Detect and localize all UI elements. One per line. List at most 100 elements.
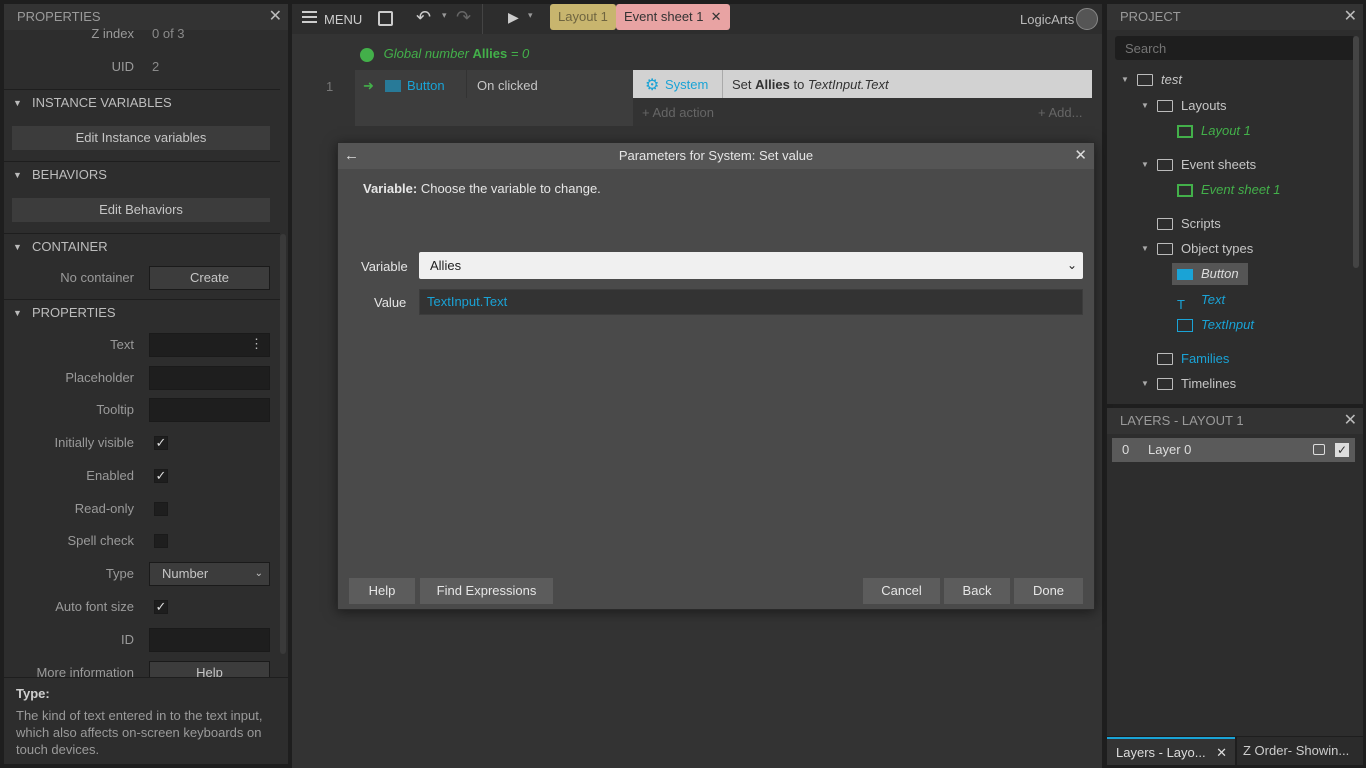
- play-icon[interactable]: ▶: [508, 9, 519, 26]
- tree-layouts[interactable]: ▼ Layouts: [1141, 95, 1227, 117]
- section-container[interactable]: ▼ CONTAINER: [4, 233, 280, 259]
- project-search-input[interactable]: [1115, 36, 1355, 60]
- tree-event-sheet-1[interactable]: Event sheet 1: [1177, 179, 1281, 201]
- value-object: TextInput: [427, 294, 480, 309]
- tree-event-sheets[interactable]: ▼ Event sheets: [1141, 154, 1256, 176]
- variable-select[interactable]: Allies ⌄: [419, 252, 1083, 279]
- auto-font-size-checkbox[interactable]: ✓: [154, 600, 168, 614]
- section-properties[interactable]: ▼ PROPERTIES: [4, 299, 280, 325]
- read-only-checkbox[interactable]: [154, 502, 168, 516]
- tab-event-sheet-1[interactable]: Event sheet 1 ✕: [616, 4, 730, 30]
- tree-root-test[interactable]: ▼ test: [1121, 69, 1182, 91]
- main-toolbar: MENU ↶ ▾ ↷ ▶ ▾ Layout 1 Event sheet 1 ✕ …: [292, 4, 1102, 34]
- edit-instance-variables-button[interactable]: Edit Instance variables: [12, 126, 270, 150]
- folder-icon: [1157, 217, 1173, 230]
- close-icon[interactable]: ✕: [1344, 408, 1357, 434]
- collapse-triangle-icon: ▼: [13, 170, 22, 180]
- visibility-checkbox[interactable]: ✓: [1335, 443, 1349, 457]
- initially-visible-label: Initially visible: [54, 435, 134, 450]
- create-container-button[interactable]: Create: [149, 266, 270, 290]
- find-expressions-button[interactable]: Find Expressions: [420, 578, 553, 604]
- property-help-box: Type: The kind of text entered in to the…: [4, 677, 288, 764]
- spell-check-checkbox[interactable]: [154, 534, 168, 548]
- folder-icon: [1137, 73, 1153, 86]
- spell-check-label: Spell check: [67, 533, 134, 548]
- prop-row-initially-visible: Initially visible ✓: [4, 428, 280, 458]
- folder-icon: [1157, 99, 1173, 112]
- back-button[interactable]: Back: [944, 578, 1010, 604]
- tab-z-order[interactable]: Z Order- Showin...: [1237, 737, 1363, 765]
- text-field[interactable]: ⋮: [149, 333, 270, 357]
- tree-object-types[interactable]: ▼ Object types: [1141, 238, 1253, 260]
- lock-icon[interactable]: [1313, 444, 1325, 455]
- tooltip-label: Tooltip: [96, 402, 134, 417]
- condition-text: On clicked: [477, 78, 538, 93]
- variable-label: Variable: [361, 259, 408, 274]
- prop-row-container: No container Create: [4, 263, 280, 293]
- folder-icon: [1157, 242, 1173, 255]
- tree-timelines[interactable]: ▼ Timelines: [1141, 373, 1236, 395]
- prop-row-uid: UID 2: [4, 52, 280, 82]
- description-label: Variable:: [363, 181, 418, 196]
- tree-obj-text[interactable]: T Text: [1177, 289, 1225, 313]
- edit-behaviors-button[interactable]: Edit Behaviors: [12, 198, 270, 222]
- menu-icon[interactable]: [302, 11, 317, 23]
- menu-button[interactable]: MENU: [324, 12, 362, 27]
- id-field[interactable]: [149, 628, 270, 652]
- add-action-link[interactable]: + Add action: [642, 105, 714, 120]
- enabled-checkbox[interactable]: ✓: [154, 469, 168, 483]
- tab-layers[interactable]: Layers - Layo... ✕: [1107, 737, 1235, 765]
- add-short-link[interactable]: + Add...: [1038, 105, 1082, 120]
- tree-obj-button[interactable]: Button: [1172, 263, 1248, 285]
- condition-block[interactable]: ➜ Button On clicked: [355, 70, 633, 126]
- close-icon[interactable]: ✕: [711, 4, 722, 30]
- placeholder-field[interactable]: [149, 366, 270, 390]
- initially-visible-checkbox[interactable]: ✓: [154, 436, 168, 450]
- more-options-icon[interactable]: ⋮: [250, 336, 263, 352]
- id-label: ID: [121, 632, 134, 647]
- section-behaviors[interactable]: ▼ BEHAVIORS: [4, 161, 280, 187]
- text-object-icon: T: [1177, 297, 1185, 313]
- value-input[interactable]: TextInput.Text: [419, 289, 1083, 315]
- tree-layout-1[interactable]: Layout 1: [1177, 120, 1251, 142]
- back-arrow-icon[interactable]: ←: [344, 143, 359, 169]
- layers-panel-header: LAYERS - LAYOUT 1 ✕: [1107, 408, 1363, 434]
- tree-obj-textinput[interactable]: TextInput: [1177, 314, 1254, 336]
- layers-panel-title: LAYERS - LAYOUT 1: [1120, 413, 1244, 428]
- layer-row[interactable]: 0 Layer 0 ✓: [1112, 438, 1355, 462]
- toolbar-divider: [482, 4, 483, 34]
- auto-font-size-label: Auto font size: [55, 599, 134, 614]
- properties-panel: PROPERTIES ✕ Z index 0 of 3 UID 2 ▼ INST…: [4, 4, 288, 764]
- chevron-down-icon[interactable]: ▾: [442, 10, 447, 21]
- value-label: Value: [374, 295, 407, 310]
- dialog-titlebar: ← Parameters for System: Set value ✕: [338, 143, 1094, 169]
- prop-row-read-only: Read-only: [4, 494, 280, 524]
- global-value: = 0: [510, 46, 530, 61]
- project-scrollbar[interactable]: [1353, 36, 1359, 268]
- type-select[interactable]: Number ⌄: [149, 562, 270, 586]
- brand-name: LogicArts: [1020, 12, 1075, 27]
- chevron-down-icon[interactable]: ▾: [528, 10, 533, 21]
- type-select-value: Number: [162, 566, 209, 581]
- prop-row-type: Type Number ⌄: [4, 559, 280, 589]
- cancel-button[interactable]: Cancel: [863, 578, 940, 604]
- close-icon[interactable]: ✕: [1074, 143, 1087, 169]
- close-icon[interactable]: ✕: [1344, 4, 1357, 30]
- close-icon[interactable]: ✕: [1216, 739, 1227, 767]
- global-variable-row[interactable]: Global number Allies = 0: [360, 46, 529, 62]
- tree-families[interactable]: Families: [1157, 348, 1229, 370]
- tree-scripts[interactable]: Scripts: [1157, 213, 1221, 235]
- help-button[interactable]: Help: [349, 578, 415, 604]
- button-object-icon: [1177, 269, 1193, 281]
- properties-scrollbar[interactable]: [280, 234, 286, 654]
- tooltip-field[interactable]: [149, 398, 270, 422]
- tab-layout-1[interactable]: Layout 1: [550, 4, 616, 30]
- save-icon[interactable]: [378, 11, 393, 26]
- section-instance-variables[interactable]: ▼ INSTANCE VARIABLES: [4, 89, 280, 115]
- action-row[interactable]: ⚙ System Set Allies to TextInput.Text: [633, 70, 1092, 98]
- done-button[interactable]: Done: [1014, 578, 1083, 604]
- textinput-object-icon: [1177, 319, 1193, 333]
- undo-icon[interactable]: ↶: [416, 7, 431, 28]
- collapse-triangle-icon: ▼: [13, 98, 22, 108]
- layers-panel: LAYERS - LAYOUT 1 ✕ 0 Layer 0 ✓: [1107, 408, 1363, 736]
